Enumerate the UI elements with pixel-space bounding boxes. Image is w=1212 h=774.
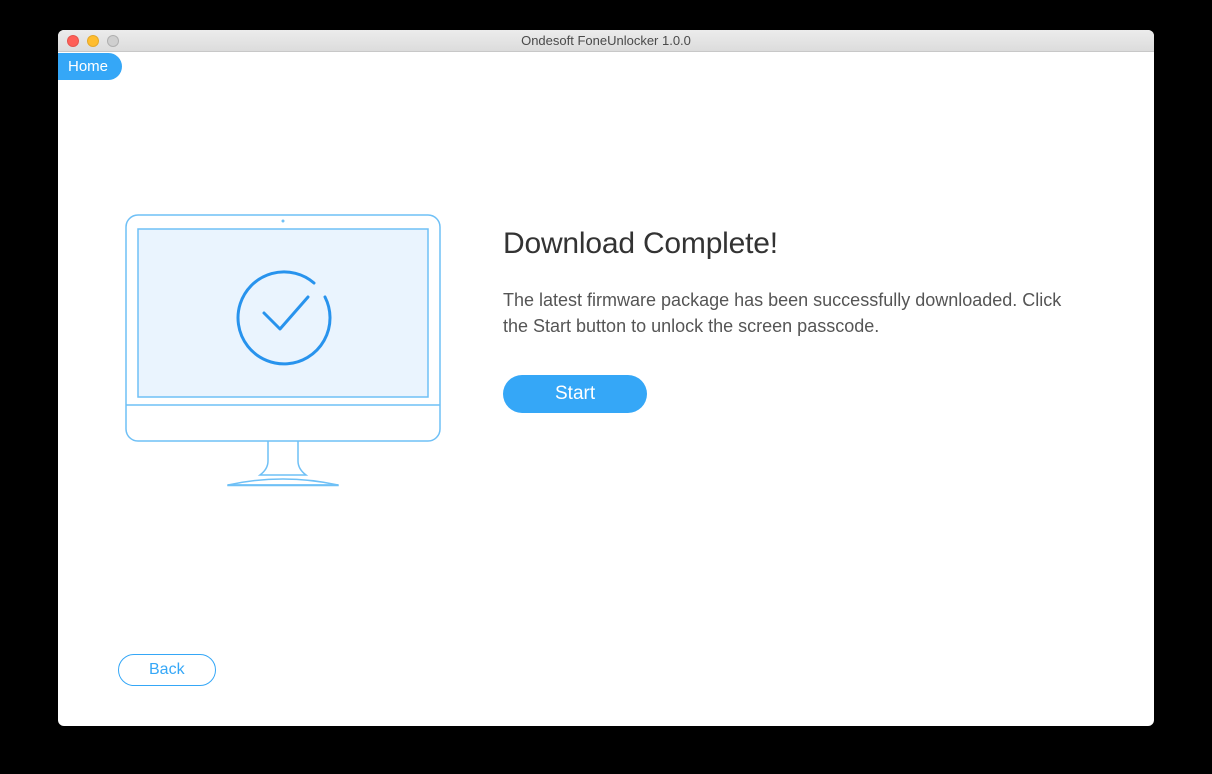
- back-button[interactable]: Back: [118, 654, 216, 686]
- back-label: Back: [149, 661, 185, 678]
- description: The latest firmware package has been suc…: [503, 287, 1063, 339]
- app-window: Ondesoft FoneUnlocker 1.0.0 Home: [58, 30, 1154, 726]
- window-title: Ondesoft FoneUnlocker 1.0.0: [58, 33, 1154, 48]
- content-area: Download Complete! The latest firmware p…: [58, 52, 1154, 502]
- minimize-icon[interactable]: [87, 35, 99, 47]
- traffic-lights: [58, 35, 119, 47]
- home-label: Home: [68, 58, 108, 75]
- start-button[interactable]: Start: [503, 375, 647, 413]
- titlebar: Ondesoft FoneUnlocker 1.0.0: [58, 30, 1154, 52]
- zoom-icon[interactable]: [107, 35, 119, 47]
- home-button[interactable]: Home: [58, 53, 122, 80]
- text-column: Download Complete! The latest firmware p…: [458, 207, 1063, 502]
- start-label: Start: [555, 383, 595, 404]
- imac-checkmark-icon: [118, 207, 458, 502]
- page-title: Download Complete!: [503, 227, 1063, 261]
- close-icon[interactable]: [67, 35, 79, 47]
